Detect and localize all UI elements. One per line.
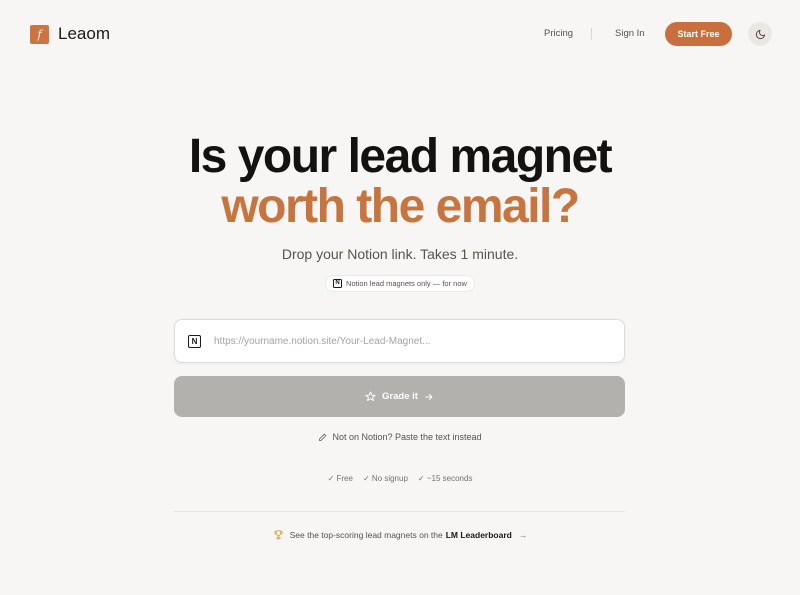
hero-subtitle: Drop your Notion link. Takes 1 minute. [281, 246, 519, 262]
grade-it-label: Grade it [382, 391, 418, 402]
feature-list: ✓ Free ✓ No signup ✓ ~15 seconds [0, 474, 800, 483]
feature-free: ✓ Free [327, 474, 353, 483]
start-free-button[interactable]: Start Free [665, 22, 732, 46]
notion-url-field[interactable]: N [174, 319, 625, 363]
feature-no-signup: ✓ No signup [362, 474, 408, 483]
star-icon [365, 391, 376, 402]
badge-text: Notion lead magnets only — for now [346, 279, 467, 288]
hero-title-line-1: Is your lead magnet [188, 130, 613, 183]
leaderboard-text: See the top-scoring lead magnets on the [289, 529, 443, 540]
arrow-right-icon [425, 393, 433, 400]
moon-icon [755, 29, 765, 39]
logo-text: Leaom [58, 24, 110, 43]
logo-mark-icon: f [30, 24, 49, 44]
paste-text-label: Not on Notion? Paste the text instead [332, 432, 482, 442]
notion-icon: N [333, 279, 343, 288]
site-header: f Leaom Pricing Sign In Start Free [0, 0, 800, 70]
leaderboard-cta[interactable]: See the top-scoring lead magnets on the … [0, 529, 800, 540]
notion-url-input[interactable] [214, 335, 614, 347]
notion-icon: N [188, 334, 201, 348]
theme-toggle-button[interactable] [748, 22, 772, 46]
logo[interactable]: f Leaom [30, 24, 110, 44]
pencil-icon [319, 433, 327, 441]
section-divider [174, 511, 625, 512]
paste-text-link[interactable]: Not on Notion? Paste the text instead [0, 432, 800, 442]
nav-divider [591, 28, 592, 40]
feature-speed: ✓ ~15 seconds [417, 474, 473, 483]
leaderboard-link[interactable]: LM Leaderboard [446, 530, 512, 540]
nav-pricing-link[interactable]: Pricing [544, 28, 573, 39]
notion-only-badge: N Notion lead magnets only — for now [325, 275, 475, 292]
nav-sign-in-link[interactable]: Sign In [615, 28, 645, 39]
trophy-icon [274, 530, 283, 540]
hero-title-line-2: worth the email? [221, 180, 580, 233]
arrow-right-icon: → [518, 529, 528, 540]
grade-it-button[interactable]: Grade it [174, 376, 625, 417]
